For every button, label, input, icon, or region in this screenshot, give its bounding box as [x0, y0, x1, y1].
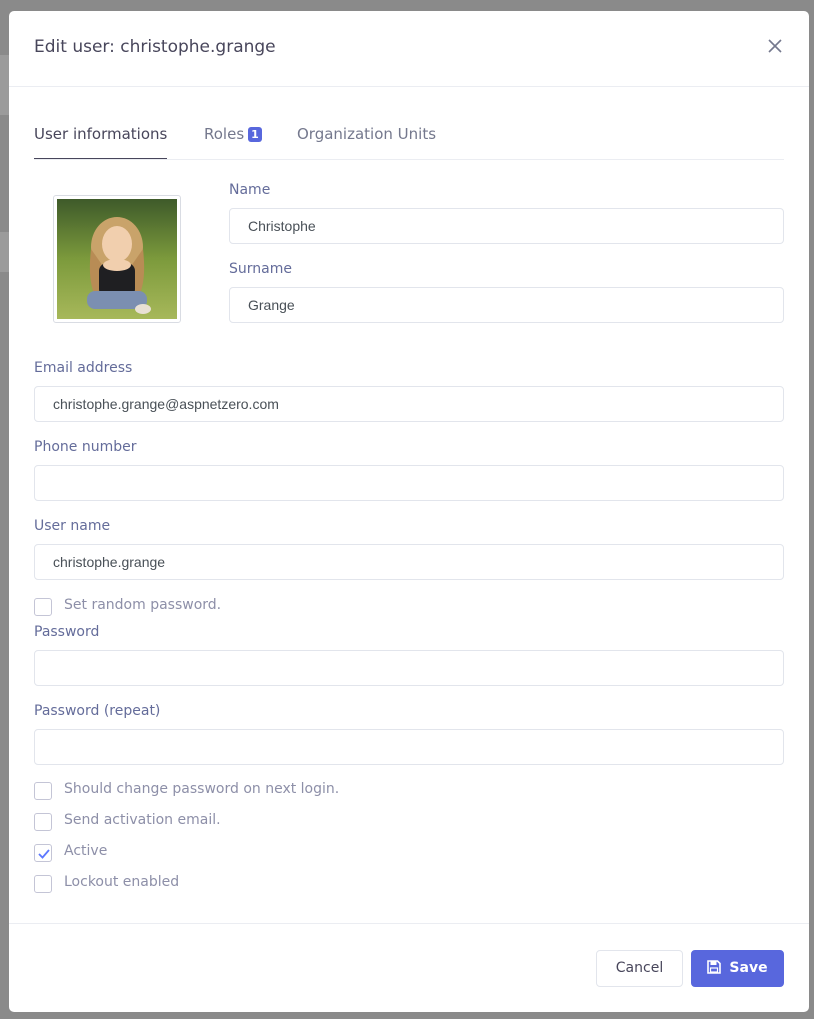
profile-picture[interactable]	[53, 195, 181, 323]
save-button[interactable]: Save	[691, 950, 784, 987]
username-input[interactable]: christophe.grange	[34, 544, 784, 580]
password-input[interactable]	[34, 650, 784, 686]
password-repeat-input[interactable]	[34, 729, 784, 765]
tab-user-informations[interactable]: User informations	[34, 125, 168, 159]
checkbox-label: Should change password on next login.	[64, 781, 340, 797]
surname-input[interactable]: Grange	[229, 287, 784, 323]
roles-count-badge: 1	[248, 127, 262, 142]
phone-input[interactable]	[34, 465, 784, 501]
background-row	[0, 232, 9, 272]
password-repeat-label: Password (repeat)	[34, 703, 161, 719]
checkbox-label: Set random password.	[64, 597, 222, 613]
checkbox-label: Send activation email.	[64, 812, 221, 828]
checkbox-box[interactable]	[34, 875, 52, 893]
modal-title: Edit user: christophe.grange	[34, 37, 276, 57]
checkbox-box[interactable]	[34, 813, 52, 831]
email-label: Email address	[34, 360, 133, 376]
checkbox-box[interactable]	[34, 782, 52, 800]
tab-label: Organization Units	[297, 125, 437, 143]
background-row	[0, 55, 9, 115]
tab-label: User informations	[34, 125, 168, 143]
edit-user-modal: Edit user: christophe.grange User inform…	[9, 11, 809, 1012]
modal-footer: Cancel Save	[9, 923, 809, 1012]
tab-label: Roles	[204, 125, 245, 143]
profile-photo	[57, 199, 177, 319]
email-input[interactable]: christophe.grange@aspnetzero.com	[34, 386, 784, 422]
checkbox-label: Active	[64, 843, 108, 859]
tab-organization-units[interactable]: Organization Units	[297, 125, 436, 159]
password-label: Password	[34, 624, 100, 640]
phone-label: Phone number	[34, 439, 137, 455]
cancel-button[interactable]: Cancel	[596, 950, 683, 987]
checkbox-box[interactable]	[34, 598, 52, 616]
tab-bar: User informations Roles 1 Organization Un…	[34, 113, 784, 160]
checkbox-box[interactable]	[34, 844, 52, 862]
name-input[interactable]: Christophe	[229, 208, 784, 244]
save-label: Save	[729, 960, 768, 976]
checkbox-label: Lockout enabled	[64, 874, 180, 890]
name-label: Name	[229, 182, 271, 198]
username-label: User name	[34, 518, 111, 534]
close-icon[interactable]	[765, 35, 785, 55]
checkmark-icon	[38, 849, 50, 859]
surname-label: Surname	[229, 261, 292, 277]
floppy-disk-icon	[707, 953, 722, 988]
tab-roles[interactable]: Roles 1	[204, 125, 262, 159]
modal-header: Edit user: christophe.grange	[9, 11, 809, 87]
